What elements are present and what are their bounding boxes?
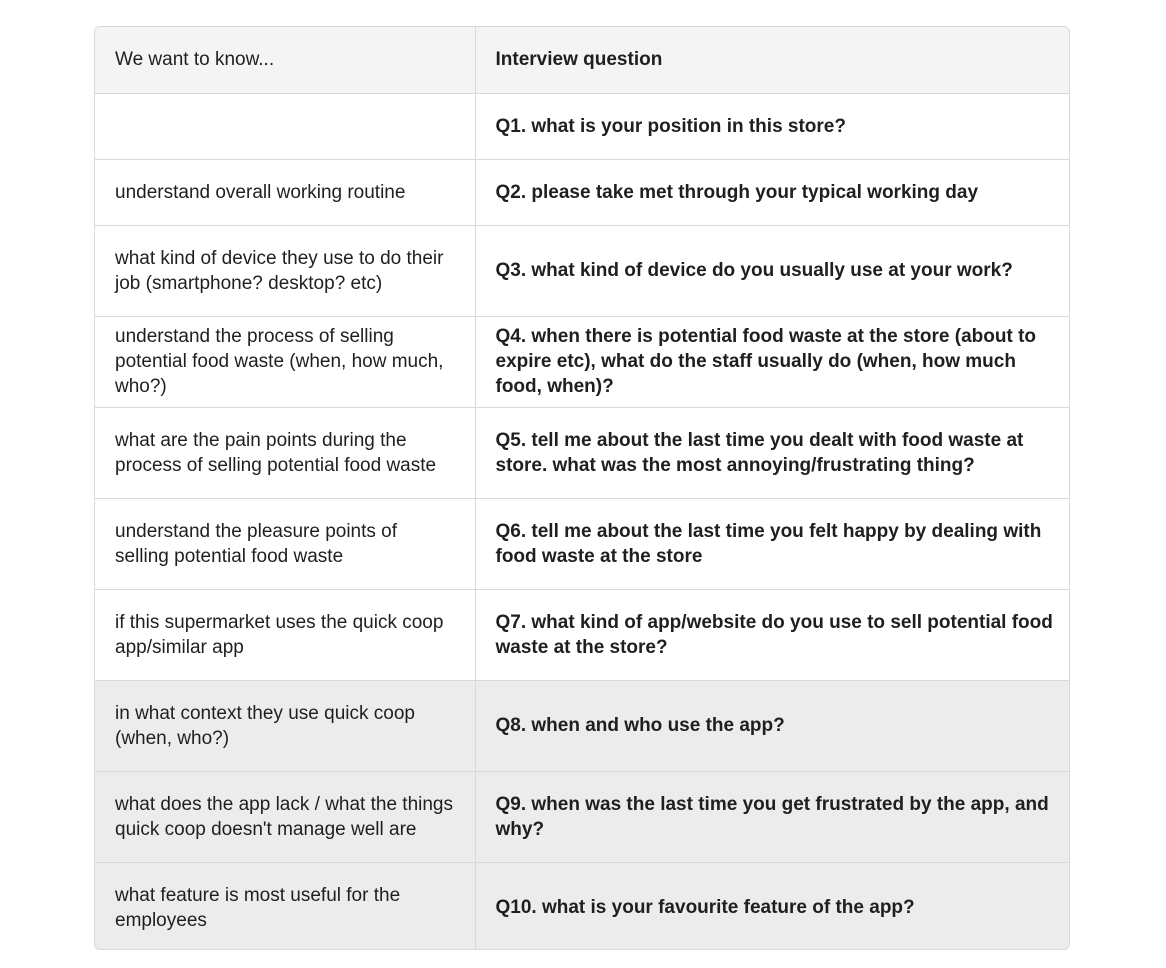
question-cell: Q8. when and who use the app? (475, 680, 1069, 772)
table-row: understand overall working routine Q2. p… (95, 159, 1069, 226)
header-interview-question: Interview question (475, 27, 1069, 94)
table-row: if this supermarket uses the quick coop … (95, 589, 1069, 681)
header-we-want-to-know: We want to know... (95, 27, 476, 94)
know-cell: what kind of device they use to do their… (95, 225, 476, 317)
table-row: what does the app lack / what the things… (95, 771, 1069, 863)
table-row: understand the process of selling potent… (95, 316, 1069, 408)
question-cell: Q9. when was the last time you get frust… (475, 771, 1069, 863)
know-cell (95, 93, 476, 160)
know-cell: what are the pain points during the proc… (95, 407, 476, 499)
table-row: what feature is most useful for the empl… (95, 862, 1069, 949)
question-cell: Q10. what is your favourite feature of t… (475, 862, 1069, 949)
know-cell: if this supermarket uses the quick coop … (95, 589, 476, 681)
know-cell: understand the pleasure points of sellin… (95, 498, 476, 590)
know-cell: in what context they use quick coop (whe… (95, 680, 476, 772)
know-cell: what does the app lack / what the things… (95, 771, 476, 863)
table-row: Q1. what is your position in this store? (95, 93, 1069, 160)
question-cell: Q4. when there is potential food waste a… (475, 316, 1069, 408)
table-row: understand the pleasure points of sellin… (95, 498, 1069, 590)
know-cell: understand overall working routine (95, 159, 476, 226)
question-cell: Q5. tell me about the last time you deal… (475, 407, 1069, 499)
table-row: in what context they use quick coop (whe… (95, 680, 1069, 772)
table-row: what kind of device they use to do their… (95, 225, 1069, 317)
question-cell: Q2. please take met through your typical… (475, 159, 1069, 226)
question-cell: Q3. what kind of device do you usually u… (475, 225, 1069, 317)
table-header-row: We want to know... Interview question (95, 27, 1069, 94)
know-cell: what feature is most useful for the empl… (95, 862, 476, 949)
question-cell: Q7. what kind of app/website do you use … (475, 589, 1069, 681)
interview-table: We want to know... Interview question Q1… (95, 27, 1069, 949)
interview-table-container: We want to know... Interview question Q1… (94, 26, 1070, 950)
question-cell: Q1. what is your position in this store? (475, 93, 1069, 160)
table-row: what are the pain points during the proc… (95, 407, 1069, 499)
know-cell: understand the process of selling potent… (95, 316, 476, 408)
question-cell: Q6. tell me about the last time you felt… (475, 498, 1069, 590)
